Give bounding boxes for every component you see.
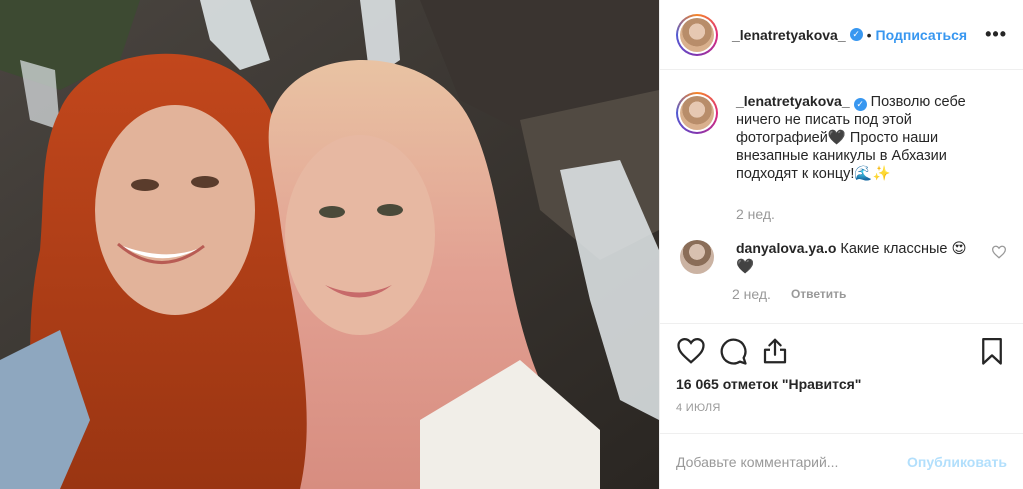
header-separator: • <box>866 26 872 43</box>
comment-item: danyalova.ya.o Какие классные 😍🖤 <box>676 239 1007 276</box>
post-sidebar: _lenatretyakova_ ✓ • Подписаться ••• _le… <box>659 0 1023 489</box>
caption-username[interactable]: _lenatretyakova_ <box>736 93 850 109</box>
instagram-post: _lenatretyakova_ ✓ • Подписаться ••• _le… <box>0 0 1023 489</box>
bookmark-icon[interactable] <box>977 336 1007 366</box>
like-heart-icon[interactable] <box>676 336 706 366</box>
avatar-image <box>680 17 714 52</box>
header-username[interactable]: _lenatretyakova_ <box>732 27 846 43</box>
header-user: _lenatretyakova_ ✓ • Подписаться <box>732 27 967 43</box>
caption-avatar[interactable] <box>676 92 718 134</box>
comment-bubble-icon[interactable] <box>718 336 748 366</box>
photo-illustration <box>0 0 659 489</box>
share-icon[interactable] <box>760 336 790 366</box>
caption-body: _lenatretyakova_ ✓ Позволю себе ничего не… <box>736 92 1007 223</box>
post-date[interactable]: 4 ИЮЛЯ <box>676 402 1007 414</box>
comment-like-heart-icon[interactable] <box>991 245 1007 259</box>
comment-input[interactable] <box>676 453 908 470</box>
add-comment-bar: Опубликовать <box>660 433 1023 489</box>
post-header: _lenatretyakova_ ✓ • Подписаться ••• <box>660 0 1023 70</box>
comment-username[interactable]: danyalova.ya.o <box>736 240 836 256</box>
caption-time[interactable]: 2 нед. <box>736 205 1007 223</box>
action-icons <box>676 336 1007 366</box>
comments-section: _lenatretyakova_ ✓ Позволю себе ничего не… <box>660 70 1023 323</box>
post-actions: 16 065 отметок "Нравится" 4 ИЮЛЯ <box>660 323 1023 433</box>
likes-count[interactable]: 16 065 отметок "Нравится" <box>676 376 1007 392</box>
reply-button[interactable]: Ответить <box>791 287 846 301</box>
commenter-avatar[interactable] <box>680 240 714 274</box>
verified-badge-icon: ✓ <box>849 28 863 41</box>
comment-meta: 2 нед. Ответить <box>732 286 1007 302</box>
comment-time[interactable]: 2 нед. <box>732 286 771 302</box>
more-options-icon[interactable]: ••• <box>985 24 1007 45</box>
publish-button[interactable]: Опубликовать <box>907 454 1007 470</box>
caption: _lenatretyakova_ ✓ Позволю себе ничего не… <box>676 92 1007 223</box>
comment-body: danyalova.ya.o Какие классные 😍🖤 <box>736 239 976 276</box>
post-photo[interactable] <box>0 0 659 489</box>
follow-button[interactable]: Подписаться <box>876 27 968 43</box>
verified-badge-icon: ✓ <box>853 98 867 111</box>
avatar-image <box>680 96 714 130</box>
author-avatar[interactable] <box>676 13 718 56</box>
